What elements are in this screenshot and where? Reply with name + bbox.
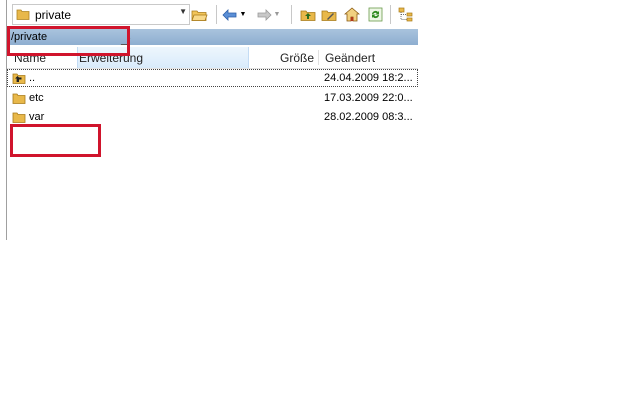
file-modified: 17.03.2009 22:0... — [324, 92, 413, 104]
file-name: etc — [29, 92, 44, 104]
path-dropdown[interactable]: private ▼ — [12, 4, 190, 25]
file-name: .. — [29, 72, 36, 84]
parent-folder-icon[interactable] — [299, 6, 317, 23]
file-row[interactable]: etc 17.03.2009 22:0... — [7, 89, 418, 107]
home-icon[interactable] — [343, 6, 361, 23]
back-dropdown-icon[interactable]: ▼ — [239, 6, 247, 23]
back-arrow-icon[interactable] — [221, 6, 239, 23]
refresh-icon[interactable] — [366, 6, 384, 23]
new-folder-icon[interactable] — [320, 6, 338, 23]
column-header-modified[interactable]: Geändert — [325, 51, 375, 65]
file-row[interactable]: .. 24.04.2009 18:2... — [7, 69, 418, 87]
forward-dropdown-icon[interactable]: ▼ — [273, 6, 281, 23]
parent-folder-icon — [12, 71, 26, 88]
tree-view-icon[interactable] — [397, 6, 415, 23]
file-modified: 24.04.2009 18:2... — [324, 72, 413, 84]
path-dropdown-value: private — [35, 8, 72, 22]
annotation-box-address — [7, 26, 130, 56]
folder-icon — [16, 7, 30, 24]
column-header-size[interactable]: Größe — [280, 51, 314, 65]
folder-icon — [12, 91, 26, 108]
forward-arrow-icon[interactable] — [255, 6, 273, 23]
chevron-down-icon[interactable]: ▼ — [179, 7, 187, 16]
toolbar: private ▼ ▼ ▼ — [7, 0, 418, 29]
file-name: var — [29, 111, 45, 123]
annotation-box-empty-area — [10, 124, 101, 157]
open-folder-icon[interactable] — [190, 6, 208, 23]
file-modified: 28.02.2009 08:3... — [324, 111, 413, 123]
